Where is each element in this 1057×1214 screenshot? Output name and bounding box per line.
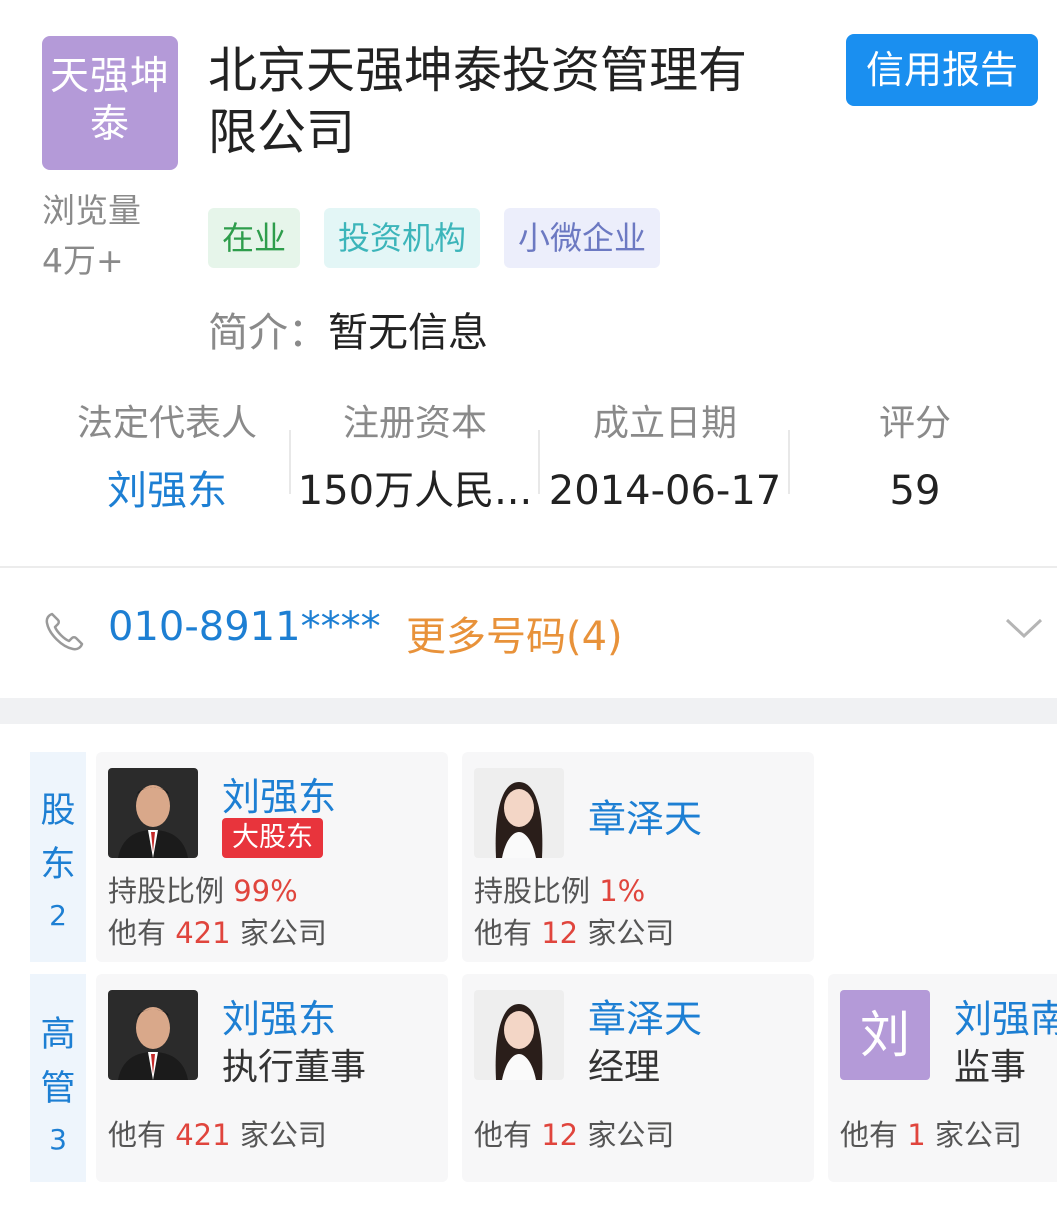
- status-tag-small-enterprise[interactable]: 小微企业: [504, 208, 661, 268]
- phone-number[interactable]: 010-8911****: [108, 604, 381, 650]
- logo-text: 天强坤泰: [49, 54, 170, 147]
- established-date-label: 成立日期: [592, 403, 737, 444]
- share-ratio-value: 1%: [599, 874, 646, 908]
- related-companies-suffix: 家公司: [239, 1118, 327, 1152]
- executives-title: 高管: [40, 1015, 76, 1109]
- person-photo-icon: [108, 768, 198, 858]
- avatar: [108, 990, 198, 1080]
- status-tag-investment[interactable]: 投资机构: [324, 208, 481, 268]
- related-companies-suffix: 家公司: [934, 1118, 1022, 1152]
- share-ratio: 持股比例 1%: [474, 868, 645, 910]
- related-companies-prefix: 他有: [108, 1118, 167, 1152]
- executive-card[interactable]: 刘 刘强南 监事 他有 1 家公司: [828, 974, 1057, 1182]
- divider: [788, 430, 790, 494]
- avatar: [474, 768, 564, 858]
- related-companies-prefix: 他有: [474, 1118, 533, 1152]
- views-value: 4万+: [42, 241, 124, 280]
- share-ratio-label: 持股比例: [474, 874, 591, 908]
- related-companies-count: 421: [175, 916, 231, 950]
- company-logo: 天强坤泰: [42, 36, 178, 170]
- related-companies-count: 1: [907, 1118, 926, 1152]
- person-photo-icon: [474, 768, 564, 858]
- executive-name[interactable]: 刘强东: [222, 988, 336, 1043]
- related-companies-suffix: 家公司: [587, 1118, 675, 1152]
- person-photo-icon: [108, 990, 198, 1080]
- executive-name[interactable]: 章泽天: [588, 988, 702, 1043]
- section-divider: [0, 698, 1057, 724]
- related-companies-prefix: 他有: [840, 1118, 899, 1152]
- shareholder-name[interactable]: 刘强东: [222, 766, 336, 821]
- major-shareholder-badge: 大股东: [222, 818, 323, 858]
- legal-representative-label: 法定代表人: [76, 403, 257, 444]
- share-ratio-value: 99%: [233, 874, 298, 908]
- related-companies-suffix: 家公司: [587, 916, 675, 950]
- more-numbers-link[interactable]: 更多号码(4): [406, 604, 623, 662]
- basic-info-grid: 法定代表人 刘强东 注册资本 150万人民... 成立日期 2014-06-17…: [0, 398, 1057, 514]
- phone-row[interactable]: 010-8911**** 更多号码(4): [0, 568, 1057, 698]
- divider: [289, 430, 291, 494]
- shareholders-title: 股东: [40, 791, 76, 885]
- views-label: 浏览量: [42, 191, 141, 230]
- shareholder-card[interactable]: 刘强东 大股东 持股比例 99% 他有 421 家公司: [96, 752, 448, 962]
- executive-role: 执行董事: [222, 1047, 367, 1088]
- executive-role: 监事: [954, 1047, 1027, 1088]
- established-date: 成立日期 2014-06-17: [540, 398, 790, 516]
- related-companies[interactable]: 他有 12 家公司: [474, 910, 674, 952]
- related-companies-count: 12: [541, 1118, 579, 1152]
- related-companies[interactable]: 他有 12 家公司: [474, 1112, 674, 1154]
- person-photo-icon: [474, 990, 564, 1080]
- related-companies-prefix: 他有: [474, 916, 533, 950]
- executives-label[interactable]: 高管 3: [30, 974, 86, 1182]
- score: 评分 59: [790, 398, 1040, 516]
- registered-capital-label: 注册资本: [342, 403, 487, 444]
- shareholder-card[interactable]: 章泽天 持股比例 1% 他有 12 家公司: [462, 752, 814, 962]
- related-companies[interactable]: 他有 421 家公司: [108, 910, 327, 952]
- established-date-value: 2014-06-17: [548, 468, 782, 514]
- shareholders-label[interactable]: 股东 2: [30, 752, 86, 962]
- intro-value: 暂无信息: [328, 310, 488, 356]
- intro: 简介：暂无信息: [208, 300, 488, 358]
- legal-representative: 法定代表人 刘强东: [42, 398, 292, 516]
- executive-role: 经理: [588, 1047, 661, 1088]
- status-tags: 在业 投资机构 小微企业: [208, 208, 661, 268]
- company-name: 北京天强坤泰投资管理有限公司: [208, 42, 748, 161]
- credit-report-button[interactable]: 信用报告: [846, 34, 1038, 106]
- registered-capital-value: 150万人民...: [297, 468, 533, 514]
- avatar: [474, 990, 564, 1080]
- related-companies-prefix: 他有: [108, 916, 167, 950]
- registered-capital: 注册资本 150万人民...: [290, 398, 540, 516]
- phone-icon: [45, 612, 84, 651]
- score-label: 评分: [878, 403, 951, 444]
- executives-count: 3: [49, 1123, 67, 1156]
- chevron-down-icon[interactable]: [1004, 612, 1044, 642]
- intro-label: 简介：: [208, 310, 328, 356]
- avatar: 刘: [840, 990, 930, 1080]
- avatar: [108, 768, 198, 858]
- executive-card[interactable]: 刘强东 执行董事 他有 421 家公司: [96, 974, 448, 1182]
- status-tag-operating: 在业: [208, 208, 301, 268]
- legal-representative-value[interactable]: 刘强东: [42, 466, 292, 516]
- share-ratio-label: 持股比例: [108, 874, 225, 908]
- related-companies-suffix: 家公司: [239, 916, 327, 950]
- related-companies[interactable]: 他有 421 家公司: [108, 1112, 327, 1154]
- executive-name[interactable]: 刘强南: [954, 988, 1057, 1043]
- share-ratio: 持股比例 99%: [108, 868, 298, 910]
- score-value: 59: [889, 468, 941, 514]
- related-companies[interactable]: 他有 1 家公司: [840, 1112, 1022, 1154]
- divider: [538, 430, 540, 494]
- executive-card[interactable]: 章泽天 经理 他有 12 家公司: [462, 974, 814, 1182]
- related-companies-count: 421: [175, 1118, 231, 1152]
- shareholder-name[interactable]: 章泽天: [588, 788, 702, 843]
- related-companies-count: 12: [541, 916, 579, 950]
- shareholders-count: 2: [49, 899, 67, 932]
